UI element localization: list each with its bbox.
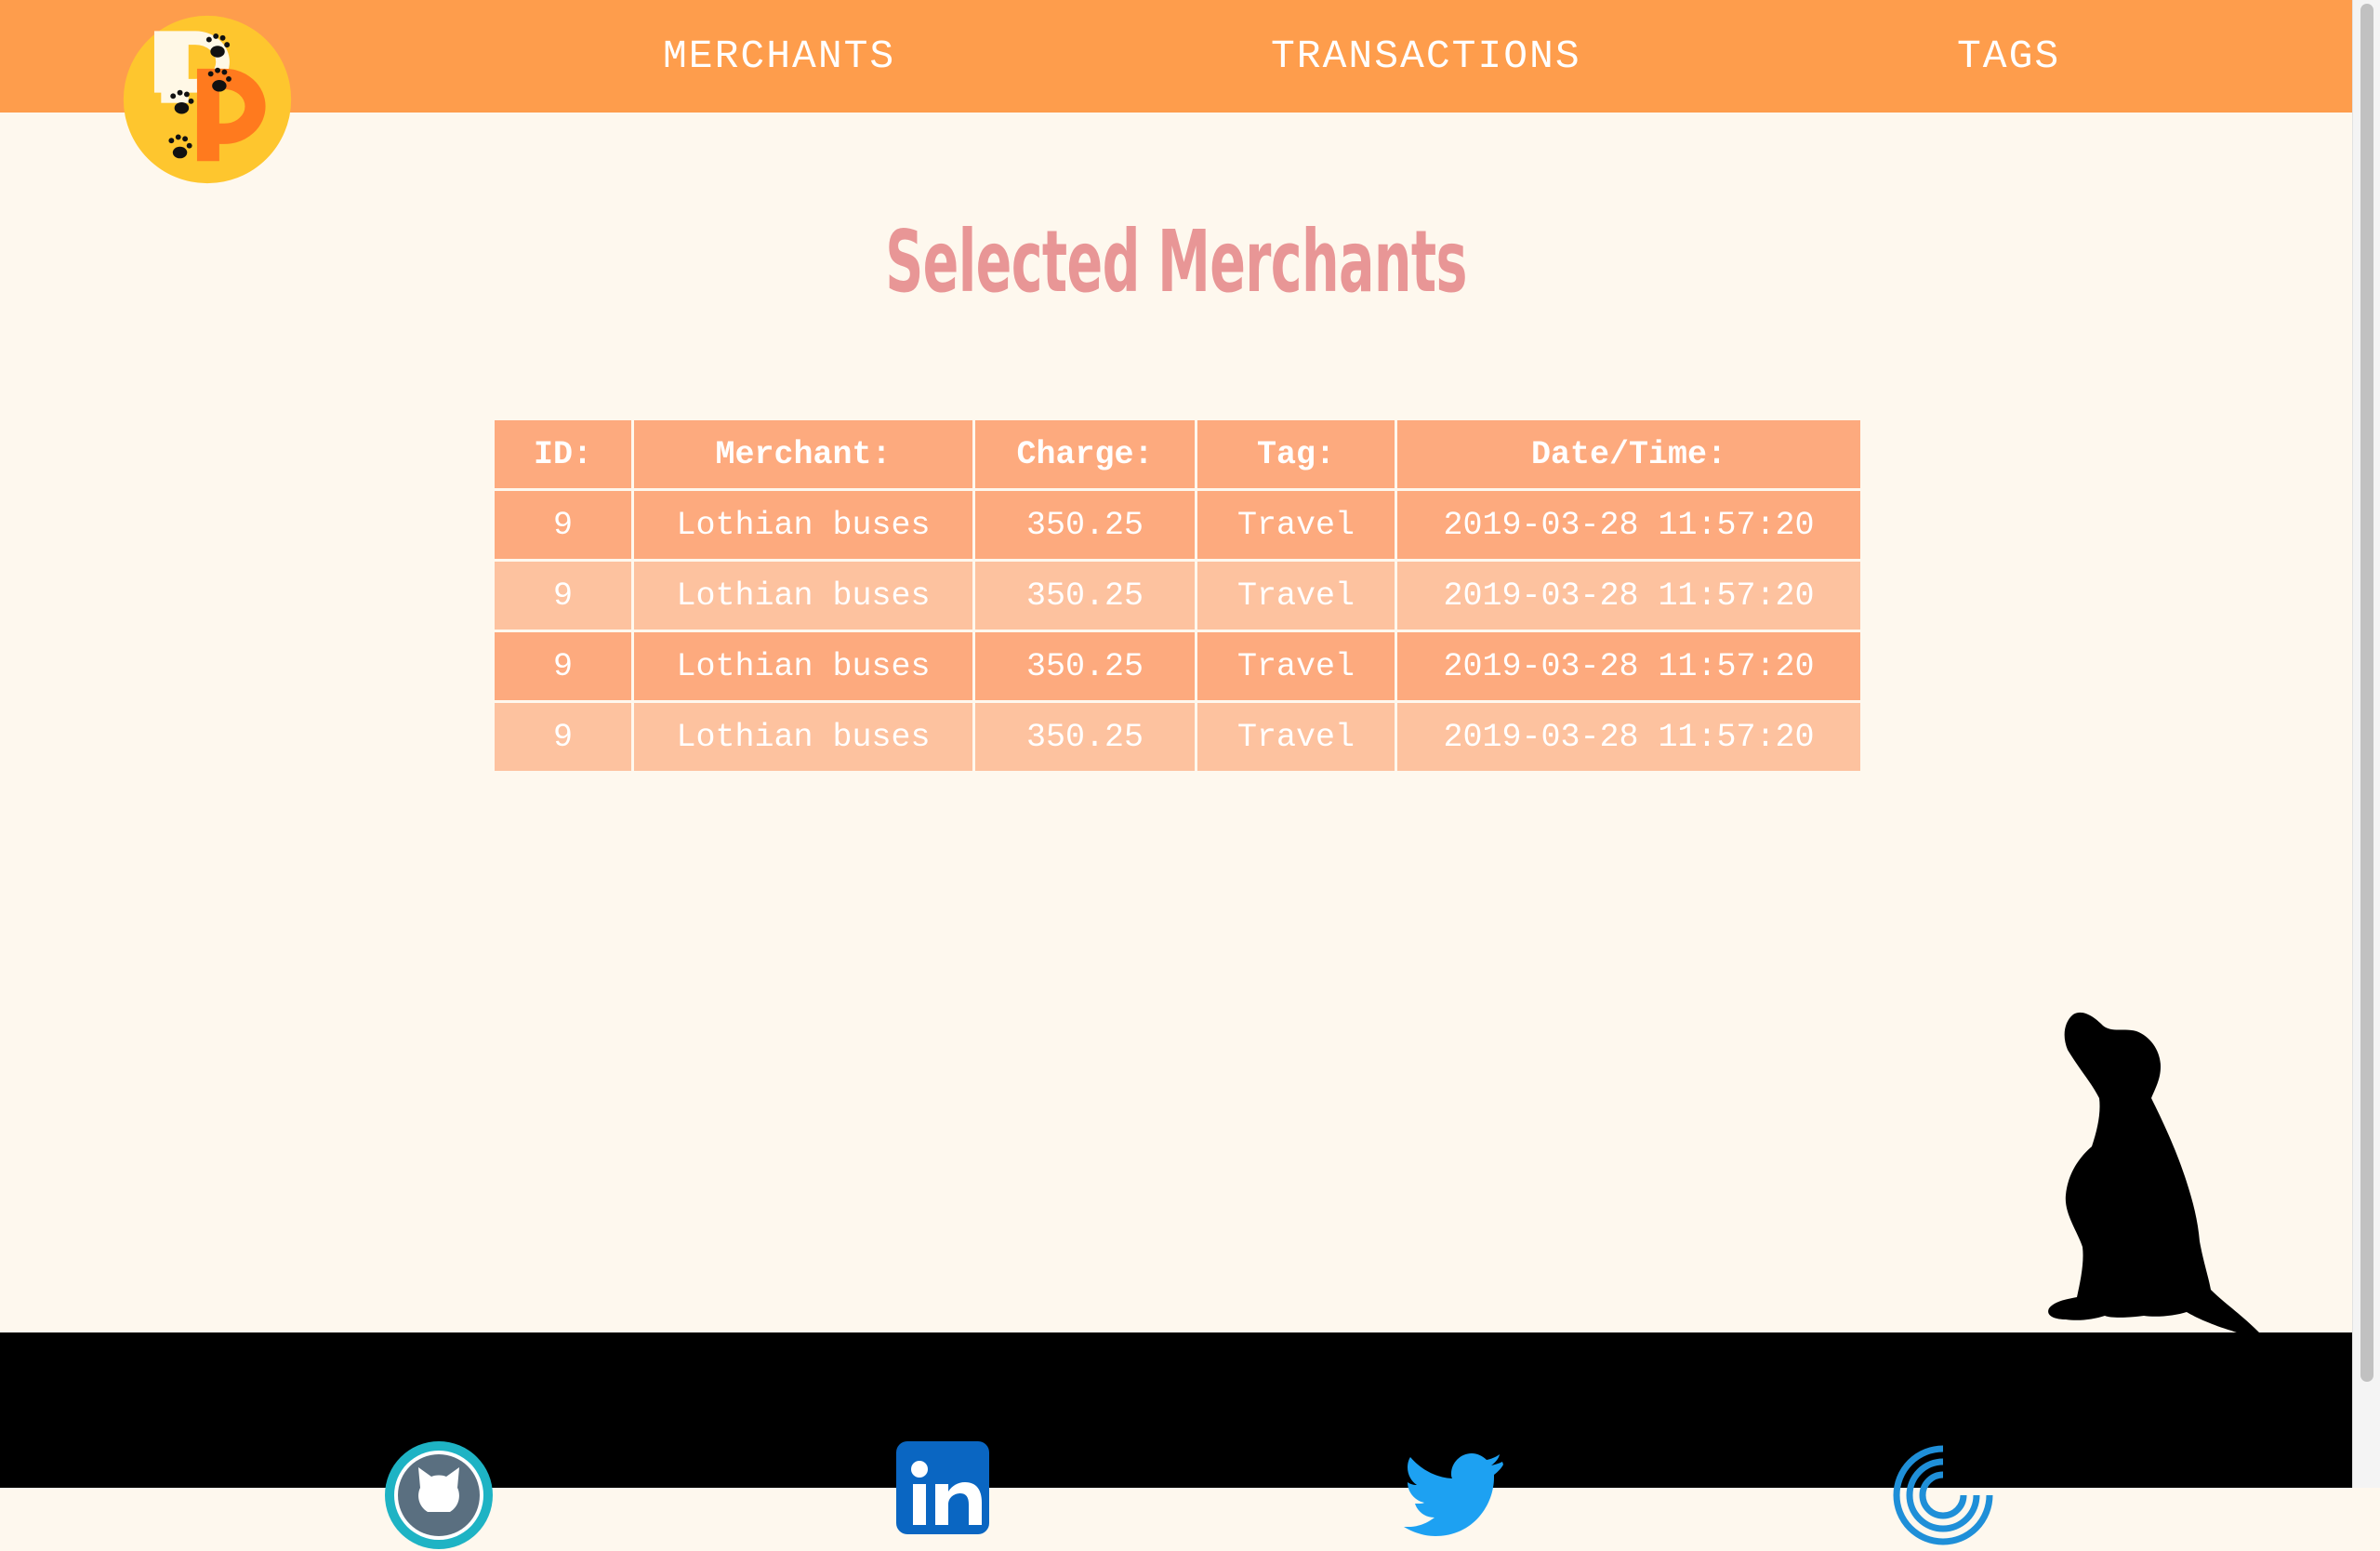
cell-tag: Travel bbox=[1197, 562, 1395, 630]
github-icon[interactable] bbox=[383, 1439, 495, 1551]
header-tag: Tag: bbox=[1197, 420, 1395, 488]
logo-paw-icon[interactable] bbox=[122, 14, 293, 185]
merchants-table-wrapper: ID: Merchant: Charge: Tag: Date/Time: 9 … bbox=[492, 418, 1863, 774]
linkedin-icon[interactable] bbox=[894, 1439, 1006, 1551]
table-row: 9 Lothian buses 350.25 Travel 2019-03-28… bbox=[495, 632, 1860, 700]
table-row: 9 Lothian buses 350.25 Travel 2019-03-28… bbox=[495, 703, 1860, 771]
cell-merchant: Lothian buses bbox=[634, 703, 972, 771]
twitter-icon[interactable] bbox=[1402, 1439, 1514, 1551]
cell-id: 9 bbox=[495, 491, 631, 559]
cell-tag: Travel bbox=[1197, 632, 1395, 700]
table-header-row: ID: Merchant: Charge: Tag: Date/Time: bbox=[495, 420, 1860, 488]
cell-charge: 350.25 bbox=[975, 562, 1195, 630]
portfolio-icon[interactable] bbox=[1887, 1439, 1999, 1551]
nav-link-tags[interactable]: TAGS bbox=[1957, 33, 2060, 79]
cell-datetime: 2019-03-28 11:57:20 bbox=[1397, 491, 1860, 559]
dog-silhouette-icon bbox=[2027, 1009, 2287, 1339]
cell-charge: 350.25 bbox=[975, 491, 1195, 559]
cell-datetime: 2019-03-28 11:57:20 bbox=[1397, 703, 1860, 771]
cell-datetime: 2019-03-28 11:57:20 bbox=[1397, 562, 1860, 630]
top-navbar: MERCHANTS TRANSACTIONS TAGS bbox=[0, 0, 2352, 113]
header-datetime: Date/Time: bbox=[1397, 420, 1860, 488]
header-id: ID: bbox=[495, 420, 631, 488]
table-row: 9 Lothian buses 350.25 Travel 2019-03-28… bbox=[495, 562, 1860, 630]
cell-merchant: Lothian buses bbox=[634, 562, 972, 630]
header-merchant: Merchant: bbox=[634, 420, 972, 488]
header-charge: Charge: bbox=[975, 420, 1195, 488]
nav-link-merchants[interactable]: MERCHANTS bbox=[663, 33, 895, 79]
nav-link-transactions[interactable]: TRANSACTIONS bbox=[1271, 33, 1581, 79]
footer bbox=[0, 1332, 2352, 1488]
cell-id: 9 bbox=[495, 562, 631, 630]
page-title: Selected Merchants bbox=[885, 212, 1467, 312]
cell-id: 9 bbox=[495, 632, 631, 700]
cell-charge: 350.25 bbox=[975, 632, 1195, 700]
cell-tag: Travel bbox=[1197, 703, 1395, 771]
cell-datetime: 2019-03-28 11:57:20 bbox=[1397, 632, 1860, 700]
table-row: 9 Lothian buses 350.25 Travel 2019-03-28… bbox=[495, 491, 1860, 559]
vertical-scrollbar[interactable] bbox=[2352, 0, 2380, 1488]
cell-merchant: Lothian buses bbox=[634, 491, 972, 559]
cell-id: 9 bbox=[495, 703, 631, 771]
cell-merchant: Lothian buses bbox=[634, 632, 972, 700]
merchants-table: ID: Merchant: Charge: Tag: Date/Time: 9 … bbox=[492, 418, 1863, 774]
cell-tag: Travel bbox=[1197, 491, 1395, 559]
cell-charge: 350.25 bbox=[975, 703, 1195, 771]
scrollbar-thumb[interactable] bbox=[2360, 4, 2373, 1382]
